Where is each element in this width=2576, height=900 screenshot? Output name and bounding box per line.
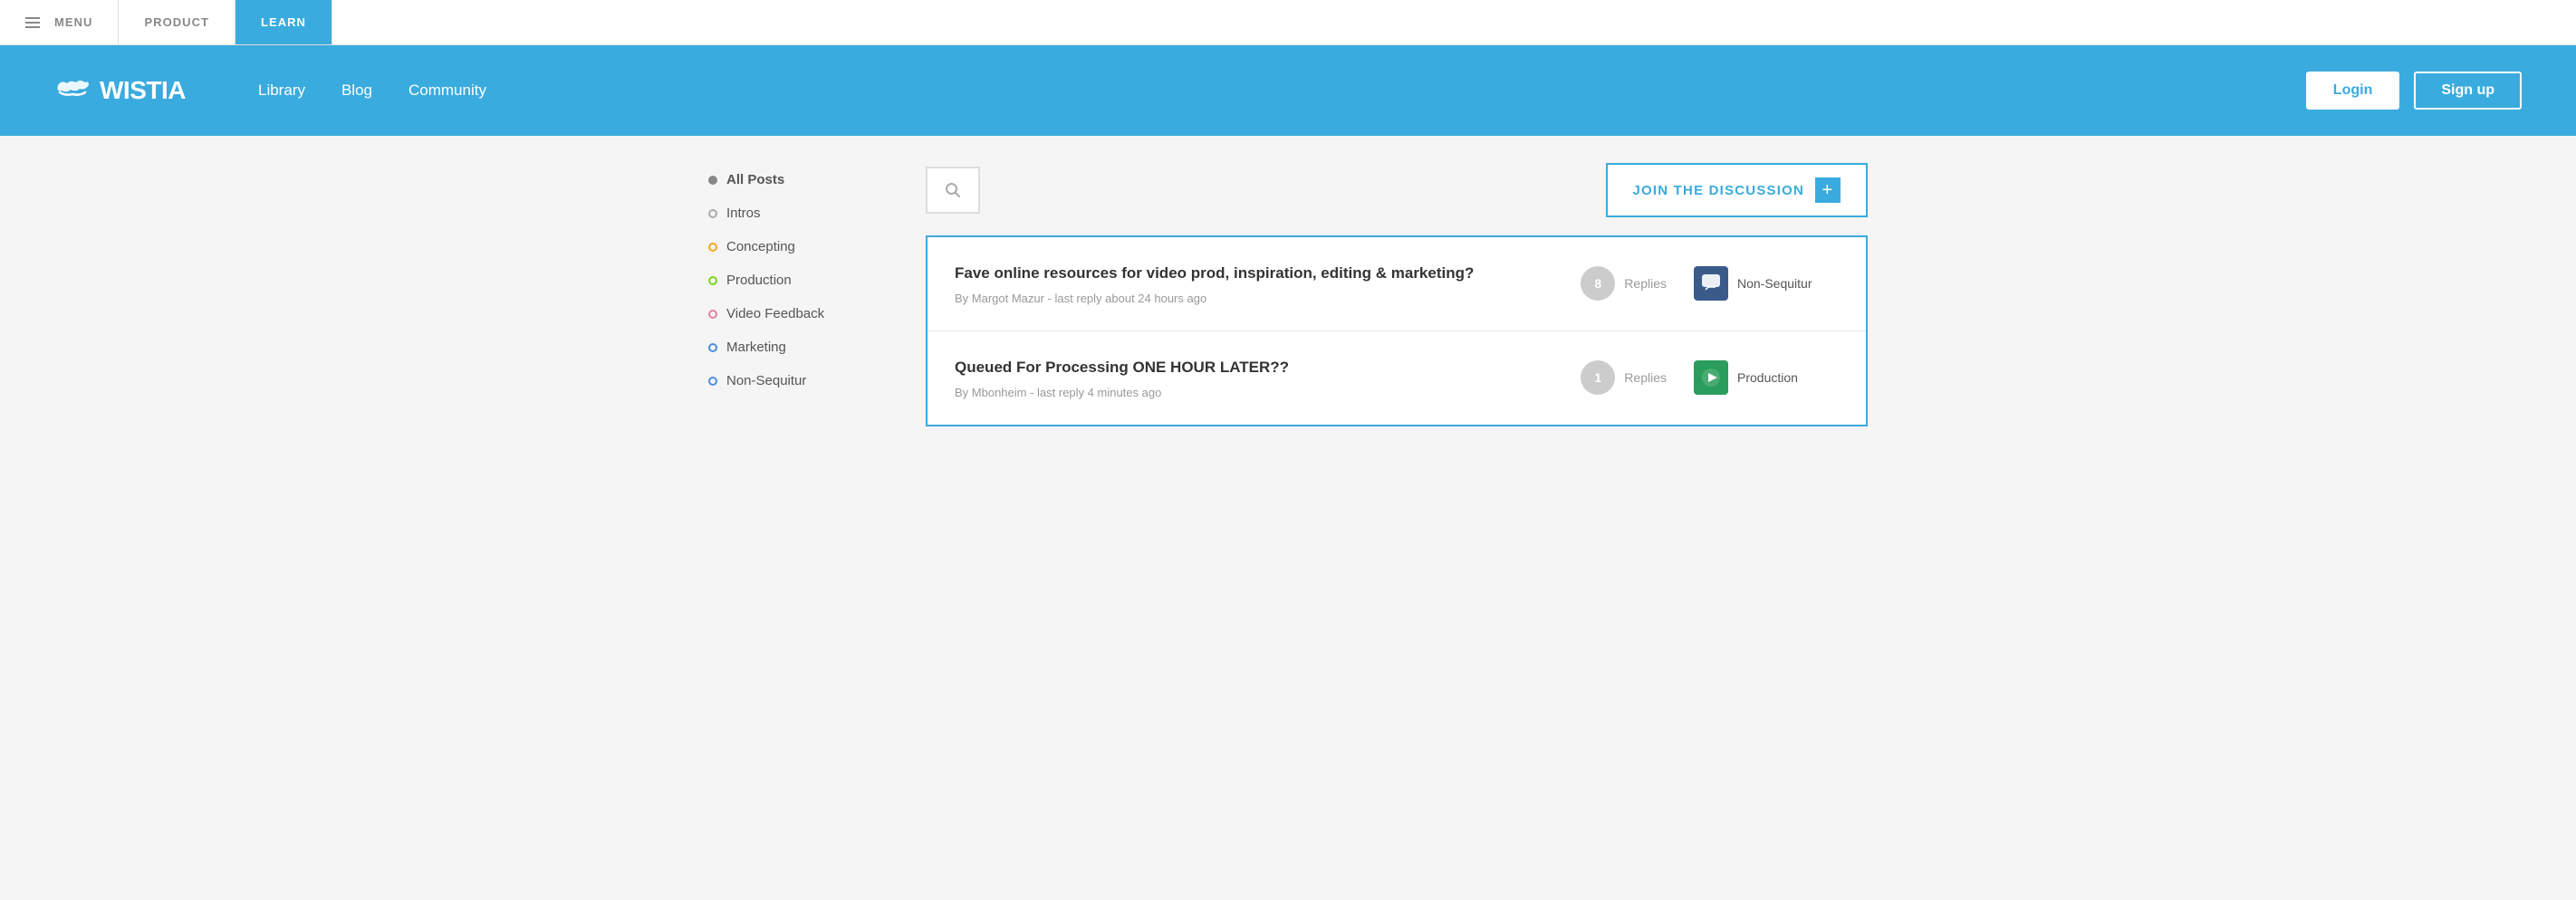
sidebar-item-production[interactable]: Production: [708, 263, 889, 297]
library-link[interactable]: Library: [258, 81, 305, 100]
logo[interactable]: WISTIA: [54, 76, 186, 105]
sidebar-item-intros[interactable]: Intros: [708, 196, 889, 230]
discussion-replies: 8 Replies: [1581, 266, 1667, 301]
reply-badge: 8: [1581, 266, 1615, 301]
join-discussion-button[interactable]: JOIN THE DISCUSSION +: [1606, 163, 1869, 217]
main-layout: All Posts Intros Concepting Production V…: [654, 136, 1922, 454]
header-buttons: Login Sign up: [2306, 72, 2522, 110]
blog-link[interactable]: Blog: [341, 81, 372, 100]
hamburger-icon: [25, 17, 40, 28]
logo-icon: [54, 78, 91, 103]
site-header: WISTIA Library Blog Community Login Sign…: [0, 45, 2576, 136]
sidebar: All Posts Intros Concepting Production V…: [708, 163, 889, 426]
sidebar-label: All Posts: [726, 172, 784, 187]
logo-text: WISTIA: [100, 76, 186, 105]
community-link[interactable]: Community: [409, 81, 486, 100]
sidebar-label: Production: [726, 273, 792, 288]
dot-icon: [708, 243, 717, 252]
sidebar-item-all-posts[interactable]: All Posts: [708, 163, 889, 196]
video-icon: [1701, 368, 1721, 388]
dot-icon: [708, 310, 717, 319]
sidebar-item-video-feedback[interactable]: Video Feedback: [708, 297, 889, 330]
discussion-list: Fave online resources for video prod, in…: [926, 235, 1868, 426]
sidebar-item-marketing[interactable]: Marketing: [708, 330, 889, 364]
discussion-category: Production: [1694, 360, 1839, 395]
sidebar-label: Video Feedback: [726, 306, 824, 321]
header-nav: Library Blog Community: [258, 81, 2252, 100]
join-plus-icon: +: [1815, 177, 1841, 203]
discussion-meta: By Margot Mazur - last reply about 24 ho…: [955, 292, 1553, 305]
menu-label: MENU: [54, 15, 92, 29]
discussion-meta: By Mbonheim - last reply 4 minutes ago: [955, 386, 1553, 399]
learn-label: LEARN: [261, 15, 306, 29]
top-nav: MENU PRODUCT LEARN: [0, 0, 2576, 45]
join-button-label: JOIN THE DISCUSSION: [1633, 183, 1805, 198]
discussion-main: Queued For Processing ONE HOUR LATER?? B…: [955, 357, 1553, 399]
sidebar-label: Intros: [726, 206, 761, 221]
dot-icon: [708, 176, 717, 185]
sidebar-item-concepting[interactable]: Concepting: [708, 230, 889, 263]
learn-nav-item[interactable]: LEARN: [235, 0, 332, 44]
sidebar-label: Concepting: [726, 239, 795, 254]
signup-button[interactable]: Sign up: [2414, 72, 2522, 110]
discussion-title[interactable]: Queued For Processing ONE HOUR LATER??: [955, 357, 1553, 378]
discussion-replies: 1 Replies: [1581, 360, 1667, 395]
discussion-item: Fave online resources for video prod, in…: [928, 237, 1866, 331]
replies-label: Replies: [1624, 370, 1667, 385]
dot-icon: [708, 209, 717, 218]
reply-badge: 1: [1581, 360, 1615, 395]
discussion-title[interactable]: Fave online resources for video prod, in…: [955, 263, 1553, 284]
dot-icon: [708, 276, 717, 285]
category-label: Production: [1737, 370, 1798, 385]
search-box[interactable]: [926, 167, 980, 214]
chat-icon: [1701, 273, 1721, 293]
content-area: JOIN THE DISCUSSION + Fave online resour…: [926, 163, 1868, 426]
category-icon: [1694, 360, 1728, 395]
sidebar-label: Marketing: [726, 340, 786, 355]
product-nav-item[interactable]: PRODUCT: [119, 0, 235, 44]
search-icon: [944, 181, 962, 199]
product-label: PRODUCT: [144, 15, 209, 29]
discussion-category: Non-Sequitur: [1694, 266, 1839, 301]
login-button[interactable]: Login: [2306, 72, 2400, 110]
category-label: Non-Sequitur: [1737, 276, 1812, 291]
sidebar-item-non-sequitur[interactable]: Non-Sequitur: [708, 364, 889, 397]
category-icon: [1694, 266, 1728, 301]
discussion-item: Queued For Processing ONE HOUR LATER?? B…: [928, 331, 1866, 425]
dot-icon: [708, 343, 717, 352]
content-toolbar: JOIN THE DISCUSSION +: [926, 163, 1868, 217]
discussion-main: Fave online resources for video prod, in…: [955, 263, 1553, 305]
dot-icon: [708, 377, 717, 386]
replies-label: Replies: [1624, 276, 1667, 291]
sidebar-label: Non-Sequitur: [726, 373, 806, 388]
menu-nav-item[interactable]: MENU: [0, 0, 119, 44]
